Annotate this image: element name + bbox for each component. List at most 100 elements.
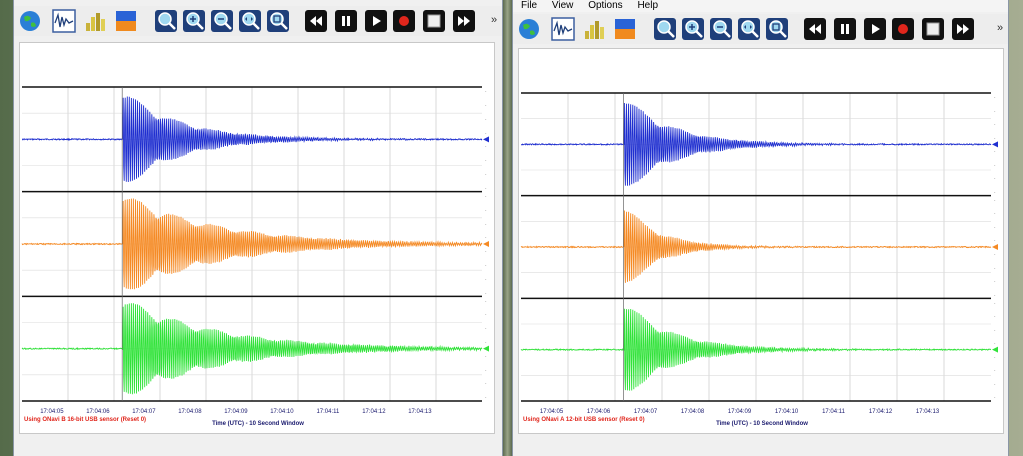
zoom-out-button[interactable] [210,9,234,33]
color-layout-button[interactable] [613,17,637,41]
left-seismograph-window: » - - - - - - - - - - - - - - - - - - - - - - - - 17:04:05 17:04:… [13,0,503,456]
toolbar-overflow-button[interactable]: » [997,22,1003,34]
bar-chart-button[interactable] [84,9,108,33]
waveform-view-button[interactable] [52,9,76,33]
y-tick-label: - [994,224,996,229]
zoom-fit-button[interactable] [154,9,178,33]
y-tick-label: - [994,95,996,100]
y-tick-label: - [485,262,487,267]
toolbar [513,14,1008,44]
play-button[interactable] [863,17,887,41]
y-tick-label: - [485,193,487,198]
y-tick-label: - [485,171,487,176]
y-tick-label: - [994,122,996,127]
menu-bar: File View Options Help [513,0,1008,12]
waveform-plot: - - - - - - - - - - - - - - - - - - - - - - - - 17:04:05 17:04:06… [19,42,495,434]
time-tick-label: 17:04:10 [775,409,799,415]
y-tick-label: - [485,116,487,121]
y-tick-label: - [485,276,487,281]
time-tick-label: 17:04:11 [316,409,340,415]
pause-icon [834,18,856,40]
x-axis-label: Time (UTC) - 10 Second Window [212,421,304,427]
y-tick-label: - [994,265,996,270]
zoom-in-button[interactable] [182,9,206,33]
record-button[interactable] [891,17,915,41]
zoom-out-icon [211,10,233,32]
stop-button[interactable] [422,9,446,33]
trace-marker [992,244,998,250]
stop-button[interactable] [921,17,945,41]
y-tick-label: - [994,367,996,372]
y-tick-label: - [994,135,996,140]
toolbar-overflow-button[interactable]: » [491,14,497,26]
zoom-horizontal-icon [738,18,760,40]
time-tick-label: 17:04:12 [869,409,893,415]
y-tick-label: - [994,176,996,181]
fast-forward-icon [952,18,974,40]
pause-button[interactable] [833,17,857,41]
y-tick-label: - [485,130,487,135]
menu-file[interactable]: File [521,0,537,11]
zoom-in-button[interactable] [681,17,705,41]
color-layout-button[interactable] [114,9,138,33]
bar-chart-icon [86,13,105,31]
record-button[interactable] [392,9,416,33]
time-tick-label: 17:04:08 [681,409,705,415]
y-tick-label: - [485,102,487,107]
zoom-horizontal-icon [239,10,261,32]
y-tick-label: - [994,278,996,283]
waveform-icon [52,9,76,33]
x-axis-label: Time (UTC) - 10 Second Window [716,421,808,427]
play-button[interactable] [364,9,388,33]
time-tick-label: 17:04:13 [916,409,940,415]
time-tick-label: 17:04:07 [132,409,156,415]
stop-icon [922,18,944,40]
y-tick-label: - [485,158,487,163]
y-tick-label: - [485,381,487,386]
time-tick-label: 17:04:07 [634,409,658,415]
y-tick-label: - [485,207,487,212]
map-globe-button[interactable] [517,17,541,41]
time-tick-label: 17:04:11 [822,409,846,415]
y-tick-label: - [485,353,487,358]
play-icon [864,18,886,40]
zoom-out-button[interactable] [709,17,733,41]
waveform-plot: - - - - - - - - - - - - - - - - - - - - - - - - 17:04:05 17:04:06… [518,48,1004,434]
fast-forward-button[interactable] [452,9,476,33]
zoom-reset-button[interactable] [266,9,290,33]
zoom-horizontal-button[interactable] [238,9,262,33]
rewind-button[interactable] [803,17,827,41]
y-tick-label: - [485,339,487,344]
play-icon [365,10,387,32]
waveform-view-button[interactable] [551,17,575,41]
y-tick-label: - [994,300,996,305]
zoom-reset-button[interactable] [765,17,789,41]
time-tick-label: 17:04:06 [587,409,611,415]
menu-view[interactable]: View [552,0,574,11]
y-tick-label: - [994,149,996,154]
fast-forward-button[interactable] [951,17,975,41]
trace-marker [483,136,489,143]
zoom-fit-button[interactable] [653,17,677,41]
y-tick-label: - [485,298,487,303]
zoom-in-icon [682,18,704,40]
y-tick-label: - [994,381,996,386]
y-tick-label: - [994,292,996,297]
y-tick-label: - [994,197,996,202]
zoom-fit-icon [654,18,676,40]
waveform-svg: - - - - - - - - - - - - - - - - - - - - - - - - 17:04:05 17:04:06… [520,92,998,427]
map-globe-button[interactable] [18,9,42,33]
pause-button[interactable] [334,9,358,33]
y-tick-label: - [485,221,487,226]
y-tick-label: - [485,290,487,295]
menu-help[interactable]: Help [637,0,658,11]
desktop-strip [503,0,512,456]
waveform-icon [551,17,575,41]
time-tick-label: 17:04:08 [178,409,202,415]
y-tick-label: - [485,325,487,330]
menu-options[interactable]: Options [588,0,622,11]
rewind-button[interactable] [304,9,328,33]
zoom-reset-icon [766,18,788,40]
bar-chart-button[interactable] [583,17,607,41]
zoom-horizontal-button[interactable] [737,17,761,41]
